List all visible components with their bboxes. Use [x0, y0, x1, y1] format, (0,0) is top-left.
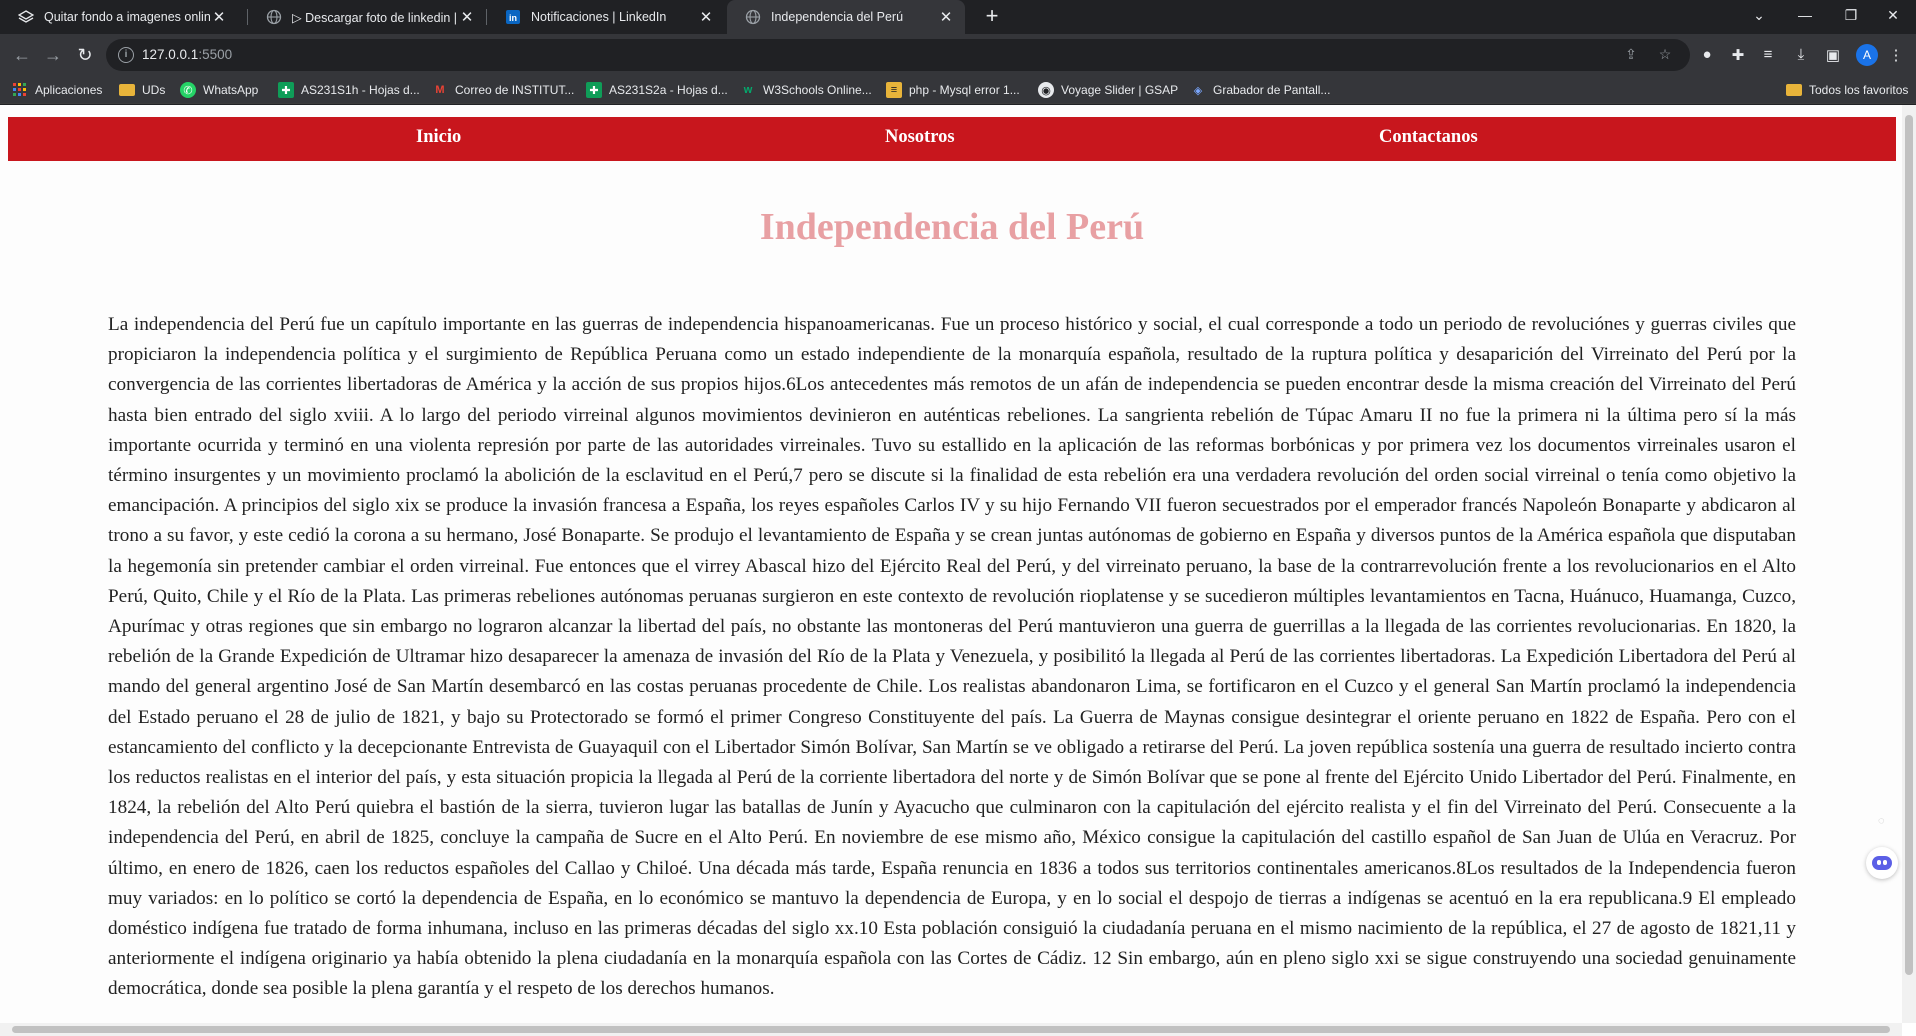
bookmark-correo[interactable]: M Correo de INSTITUT...: [432, 81, 574, 99]
share-icon[interactable]: ⇪: [1622, 46, 1640, 64]
close-window-icon[interactable]: ✕: [1870, 0, 1916, 30]
restore-icon[interactable]: ❐: [1828, 0, 1874, 30]
sheets-icon: ✚: [586, 82, 602, 98]
reload-icon[interactable]: ↻: [73, 43, 97, 67]
recorder-icon: ◈: [1193, 84, 1203, 97]
bookmark-label: W3Schools Online...: [763, 83, 872, 97]
bookmark-label: UDs: [142, 83, 166, 97]
side-panel-icon[interactable]: ▣: [1823, 46, 1843, 66]
tab-linkedin[interactable]: in Notificaciones | LinkedIn ✕: [487, 0, 725, 34]
extensions-puzzle-icon[interactable]: ✚: [1728, 46, 1748, 66]
nav-link-nosotros[interactable]: Nosotros: [885, 127, 955, 148]
folder-icon: [1786, 84, 1802, 96]
bookmark-php-mysql[interactable]: ≡ php - Mysql error 1...: [886, 81, 1020, 99]
bookmark-label: WhatsApp: [203, 83, 259, 97]
gmail-icon: M: [435, 84, 445, 96]
close-tab-icon[interactable]: ✕: [937, 8, 955, 26]
browser-toolbar: ← → ↻ i 127.0.0.1:5500 ⇪ ☆ ● ✚ ≡ ⤓ ▣ A ⋮: [0, 34, 1916, 76]
bookmark-label: Aplicaciones: [35, 83, 103, 97]
article-paragraph: La independencia del Perú fue un capítul…: [108, 314, 1796, 1000]
nav-link-contactanos[interactable]: Contactanos: [1379, 127, 1478, 148]
tab-title: Notificaciones | LinkedIn: [531, 10, 667, 24]
forward-arrow-icon[interactable]: →: [41, 43, 65, 67]
new-tab-button[interactable]: +: [980, 5, 1004, 29]
tab-descargar-foto[interactable]: ▷ Descargar foto de linkedin | A ✕: [248, 0, 486, 34]
assistant-bot-icon[interactable]: [1866, 847, 1898, 879]
bookmark-label: Voyage Slider | GSAP: [1061, 83, 1179, 97]
globe-icon: [266, 9, 282, 25]
tab-title: ▷ Descargar foto de linkedin | A: [292, 10, 458, 25]
minimize-icon[interactable]: —: [1782, 0, 1828, 30]
tab-independencia-active[interactable]: Independencia del Perú ✕: [727, 0, 965, 34]
back-arrow-icon[interactable]: ←: [10, 43, 34, 67]
horizontal-scrollbar[interactable]: [0, 1023, 1902, 1036]
download-icon[interactable]: ⤓: [1791, 46, 1811, 66]
folder-icon: [119, 84, 135, 96]
close-tab-icon[interactable]: ✕: [458, 8, 476, 26]
url-port: :5500: [198, 47, 233, 62]
scrollbar-thumb[interactable]: [12, 1026, 1890, 1033]
bookmark-as231s2a[interactable]: ✚ AS231S2a - Hojas d...: [586, 81, 728, 99]
globe-icon: [745, 9, 761, 25]
linkedin-icon: in: [505, 9, 521, 25]
site-info-icon[interactable]: i: [118, 47, 134, 63]
bookmark-todos-favoritos[interactable]: Todos los favoritos: [1786, 81, 1908, 99]
nav-link-inicio[interactable]: Inicio: [416, 127, 461, 148]
address-url: 127.0.0.1:5500: [142, 47, 232, 62]
bookmark-star-icon[interactable]: ☆: [1656, 46, 1674, 64]
bookmark-as231s1h[interactable]: ✚ AS231S1h - Hojas d...: [278, 81, 420, 99]
tab-strip: Quitar fondo a imagenes online ✕ ▷ Desca…: [0, 0, 1916, 34]
tab-title: Quitar fondo a imagenes online: [44, 10, 210, 24]
stackoverflow-icon: ≡: [886, 82, 902, 98]
bookmark-label: Correo de INSTITUT...: [455, 83, 575, 97]
bookmark-uds[interactable]: UDs: [119, 81, 165, 99]
gsap-icon: ◉: [1038, 82, 1054, 98]
bookmark-label: Todos los favoritos: [1809, 83, 1909, 97]
bookmarks-bar: Aplicaciones UDs ✆ WhatsApp ✚ AS231S1h -…: [0, 76, 1916, 104]
extension-bot-icon[interactable]: ●: [1697, 46, 1717, 66]
page-title: Independencia del Perú: [759, 206, 1145, 248]
sheets-icon: ✚: [278, 82, 294, 98]
close-tab-icon[interactable]: ✕: [210, 8, 228, 26]
bookmark-voyage-slider[interactable]: ◉ Voyage Slider | GSAP: [1038, 81, 1178, 99]
bookmark-label: AS231S1h - Hojas d...: [301, 83, 420, 97]
w3schools-icon: w: [743, 84, 753, 96]
tab-title: Independencia del Perú: [771, 10, 904, 24]
svg-text:in: in: [509, 13, 517, 23]
whatsapp-icon: ✆: [180, 82, 196, 98]
vertical-scrollbar[interactable]: [1902, 105, 1916, 1023]
page-content: Inicio Nosotros Contactanos Independenci…: [0, 105, 1902, 1023]
bookmark-label: php - Mysql error 1...: [909, 83, 1020, 97]
bookmark-aplicaciones[interactable]: Aplicaciones: [12, 81, 102, 99]
profile-avatar[interactable]: A: [1856, 44, 1878, 66]
address-bar[interactable]: i 127.0.0.1:5500 ⇪ ☆: [106, 39, 1690, 71]
bookmark-whatsapp[interactable]: ✆ WhatsApp: [180, 81, 258, 99]
url-host: 127.0.0.1: [142, 47, 199, 62]
bookmark-label: Grabador de Pantall...: [1213, 83, 1331, 97]
bookmark-w3schools[interactable]: w W3Schools Online...: [740, 81, 872, 99]
extension-mini-icon: ◌: [1878, 815, 1885, 827]
scrollbar-thumb[interactable]: [1905, 115, 1913, 975]
media-queue-icon[interactable]: ≡: [1758, 46, 1778, 66]
close-tab-icon[interactable]: ✕: [697, 8, 715, 26]
tab-quitar-fondo[interactable]: Quitar fondo a imagenes online ✕: [0, 0, 238, 34]
layers-icon: [18, 9, 34, 25]
menu-kebab-icon[interactable]: ⋮: [1886, 46, 1906, 66]
bookmark-label: AS231S2a - Hojas d...: [609, 83, 728, 97]
site-navbar: Inicio Nosotros Contactanos: [8, 117, 1896, 161]
bookmark-grabador[interactable]: ◈ Grabador de Pantall...: [1190, 81, 1331, 99]
apps-grid-icon: [12, 82, 28, 98]
page-viewport: Inicio Nosotros Contactanos Independenci…: [0, 105, 1916, 1036]
tab-search-chevron-icon[interactable]: ⌄: [1736, 0, 1782, 30]
